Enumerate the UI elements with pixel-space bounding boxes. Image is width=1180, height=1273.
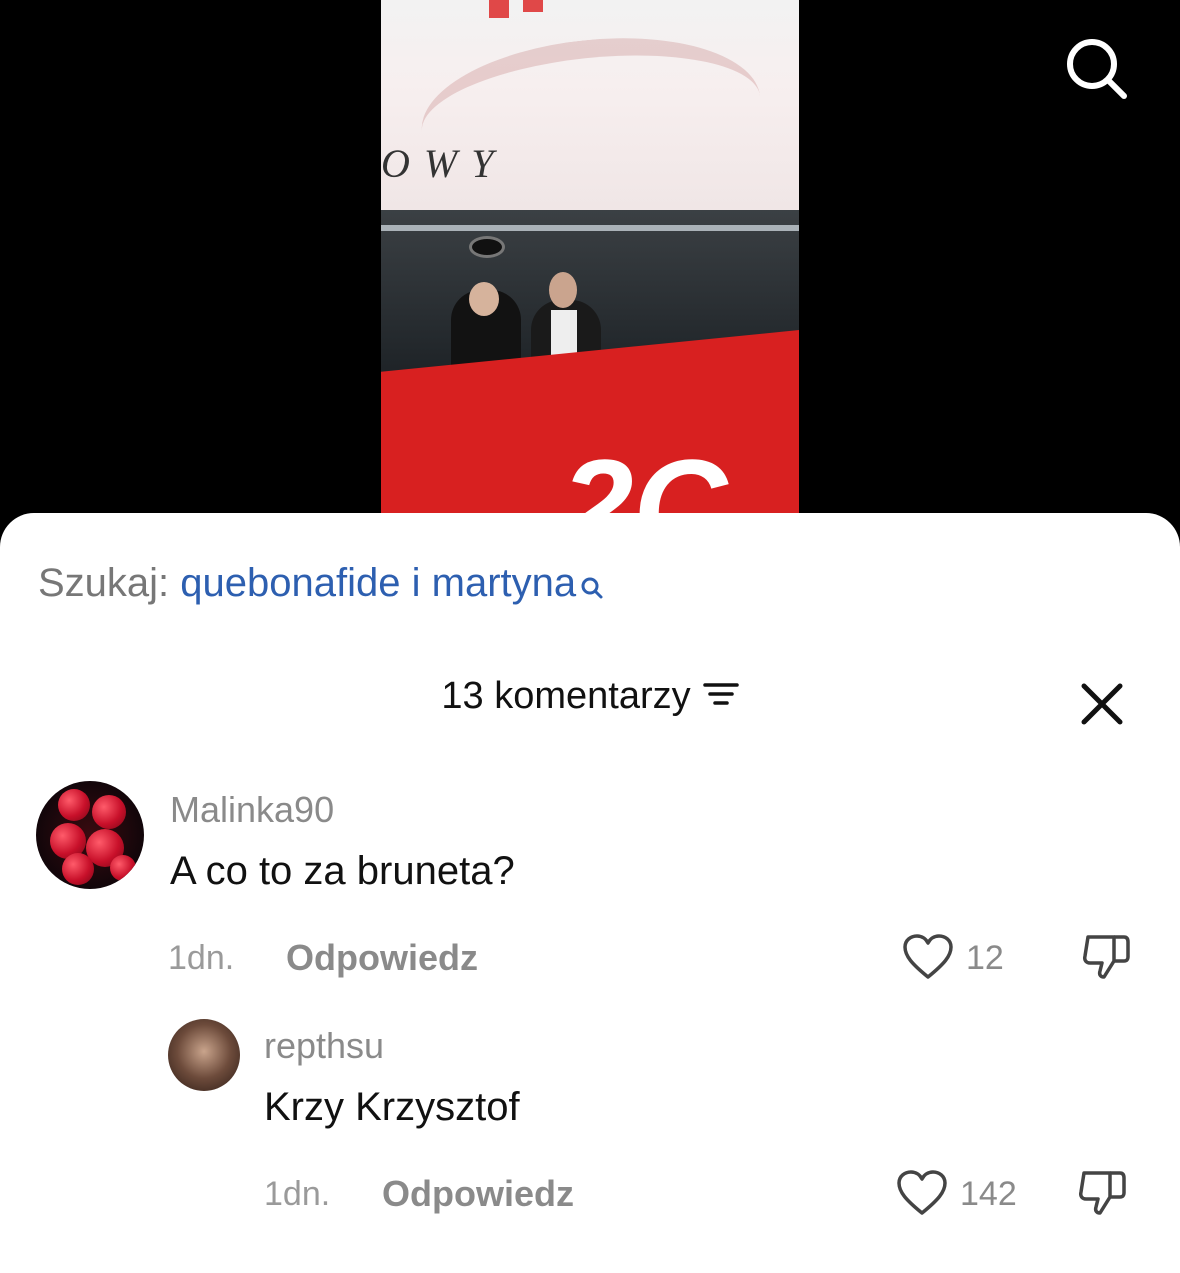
filter-icon[interactable]: [702, 676, 739, 719]
comments-header: 13 komentarzy: [0, 675, 1180, 719]
comment-username[interactable]: Malinka90: [170, 789, 334, 831]
search-icon[interactable]: [1060, 32, 1130, 102]
comment-username[interactable]: repthsu: [264, 1025, 384, 1067]
avatar[interactable]: [168, 1019, 240, 1091]
heart-icon[interactable]: [902, 933, 954, 981]
like-count: 12: [966, 939, 1004, 977]
search-label: Szukaj:: [38, 561, 170, 605]
search-suggestion[interactable]: Szukaj: quebonafide i martyna: [38, 561, 604, 610]
comment-text: Krzy Krzysztof: [264, 1085, 520, 1129]
search-query-icon: [580, 565, 604, 610]
like-count: 142: [960, 1175, 1017, 1213]
video-player[interactable]: OWY 2C: [0, 0, 1180, 540]
comments-sheet: Szukaj: quebonafide i martyna 13 komenta…: [0, 513, 1180, 1273]
comment-time: 1dn.: [264, 1175, 331, 1213]
reply-button[interactable]: Odpowiedz: [382, 1173, 574, 1215]
avatar[interactable]: [36, 781, 144, 889]
dislike-icon[interactable]: [1080, 931, 1132, 981]
dislike-icon[interactable]: [1076, 1167, 1128, 1217]
search-query-link[interactable]: quebonafide i martyna: [180, 561, 576, 605]
heart-icon[interactable]: [896, 1169, 948, 1217]
video-banner-text: OWY: [381, 141, 508, 186]
video-frame[interactable]: OWY 2C: [381, 0, 799, 520]
comment-text: A co to za bruneta?: [170, 849, 515, 893]
close-icon[interactable]: [1078, 680, 1126, 728]
reply-button[interactable]: Odpowiedz: [286, 937, 478, 979]
video-banner-top: OWY: [381, 0, 799, 210]
comment-time: 1dn.: [168, 939, 235, 977]
comments-count: 13 komentarzy: [441, 675, 691, 717]
